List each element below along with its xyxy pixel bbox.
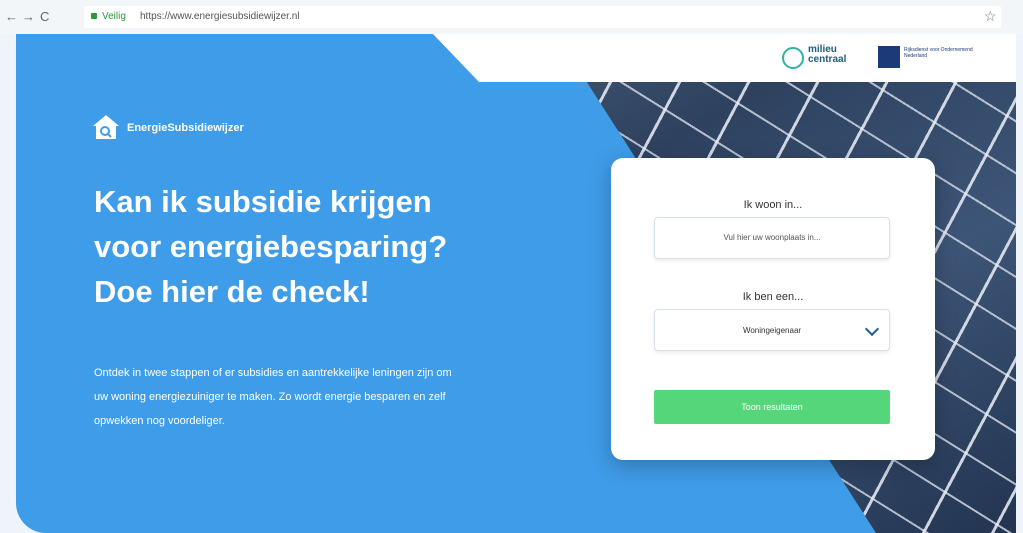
milieu-centraal-logo-icon[interactable]	[782, 47, 804, 69]
role-label: Ik ben een...	[742, 291, 804, 303]
browser-toolbar: ← → C Veilig https://www.energiesubsidie…	[0, 0, 1023, 34]
milieu-centraal-logo[interactable]: milieu centraal	[808, 45, 848, 65]
secure-label: Veilig	[102, 11, 126, 22]
role-select[interactable]: Woningeigenaar	[654, 309, 890, 351]
show-results-button[interactable]: Toon resultaten	[654, 390, 890, 424]
location-label: Ik woon in...	[743, 199, 803, 211]
back-icon[interactable]: ←	[5, 10, 18, 24]
rvo-crest-icon[interactable]	[878, 46, 900, 68]
url-text[interactable]: https://www.energiesubsidiewijzer.nl	[140, 11, 300, 22]
page-title: Kan ik subsidie krijgen voor energiebesp…	[94, 184, 448, 309]
landing-page: milieu centraal Rijksdienst voor Onderne…	[16, 34, 1016, 533]
reload-icon[interactable]: C	[40, 10, 49, 24]
house-search-icon[interactable]	[92, 114, 120, 140]
brand-name[interactable]: EnergieSubsidiewijzer	[127, 122, 244, 134]
intro-text: Ontdek in twee stappen of er subsidies e…	[94, 367, 452, 427]
role-select-value: Woningeigenaar	[742, 326, 802, 335]
forward-icon[interactable]: →	[22, 10, 35, 24]
check-form-card: Ik woon in... Ik ben een... Woningeigena…	[611, 158, 935, 460]
location-input[interactable]	[654, 217, 890, 259]
lock-icon	[91, 13, 97, 19]
bookmark-star-icon[interactable]: ☆	[984, 8, 997, 25]
chevron-down-icon	[864, 321, 880, 337]
rvo-logo-text: Rijksdienst voor Ondernemend Nederland	[904, 47, 973, 59]
header-bar	[433, 34, 1016, 82]
